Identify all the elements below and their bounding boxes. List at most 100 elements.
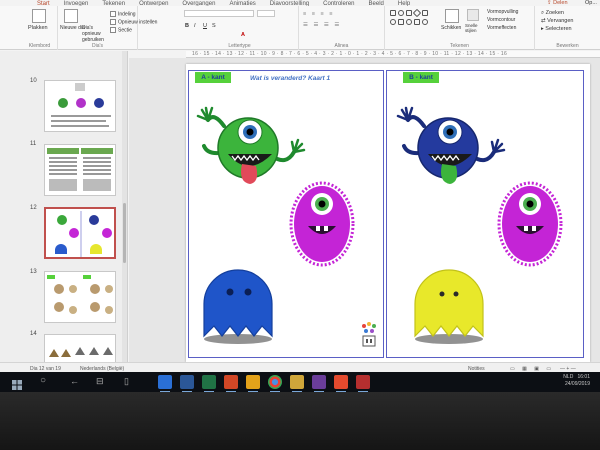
tray-date[interactable]: 24/09/2019 [565, 381, 590, 387]
magenta-monster-b[interactable] [497, 181, 563, 267]
replace-label: Vervangen [547, 18, 574, 24]
shapes-gallery-row2[interactable] [389, 19, 429, 28]
bold-button[interactable]: B [185, 23, 189, 30]
strike-button[interactable]: S [212, 23, 216, 30]
thumb-number-10: 10 [30, 78, 37, 84]
explorer-app-icon[interactable] [290, 375, 304, 392]
powerpoint-window: Start Invoegen Tekenen Ontwerpen Overgan… [0, 0, 600, 376]
quick-styles-button[interactable]: Snelle stijlen [465, 23, 485, 33]
section-button[interactable]: Sectie [110, 27, 132, 34]
shape-fill-button[interactable]: Vormopvulling [487, 9, 518, 16]
thumbnail-scroll-knob[interactable] [123, 203, 126, 263]
circle2-shape-icon [422, 19, 428, 25]
share-more-button[interactable]: Op... [585, 0, 597, 7]
shape-effects-button[interactable]: Vormeffecten [487, 25, 516, 32]
layout-button[interactable]: Indeling [110, 11, 136, 18]
rectangle2-shape-icon [406, 10, 412, 16]
font-group-label: Lettertype [228, 43, 251, 49]
select-label: Selecteren [545, 26, 572, 32]
back-arrow-icon[interactable]: ← [70, 376, 79, 386]
underline-button[interactable]: U [203, 23, 207, 30]
logo-icon [362, 322, 376, 347]
thumb-10-preview [51, 83, 111, 127]
rectangle3-shape-icon [422, 10, 428, 16]
layout-icon [110, 11, 116, 17]
task-view-icon[interactable]: ⊟ [96, 376, 104, 387]
slide-editing-area: A - kant Wat is veranderd? Kaart 1 B - k… [129, 58, 600, 362]
thumb-number-12: 12 [30, 205, 37, 211]
thumbnail-scrollbar[interactable] [122, 51, 127, 362]
paste-icon[interactable] [32, 9, 46, 23]
thumb-13-preview [47, 275, 113, 314]
rectangle-shape-icon [390, 10, 396, 16]
monitor-bezel [0, 392, 600, 450]
slide-thumbnail-13[interactable] [44, 271, 116, 323]
magenta-monster-a[interactable] [289, 181, 355, 267]
green-monster-a[interactable] [196, 106, 306, 184]
tray-language[interactable]: NLD [563, 374, 573, 380]
powerpoint-app-icon[interactable] [224, 375, 238, 392]
arrange-button[interactable]: Schikken [441, 25, 461, 32]
section-label: Sectie [118, 27, 132, 34]
select-button[interactable]: ▸ Selecteren [541, 26, 572, 33]
align-buttons-icon[interactable]: ☰ ☰ ☰ ☰ [303, 22, 341, 29]
shapes-gallery[interactable] [389, 8, 429, 19]
arrange-icon[interactable] [445, 9, 459, 23]
windows-taskbar: ○ ← ⊟ ▯ NLD 16:01 24/09/2019 [0, 372, 600, 392]
windows-start-icon[interactable] [12, 377, 22, 390]
italic-button[interactable]: I [194, 23, 196, 30]
find-button[interactable]: ⌕ Zoeken [541, 10, 564, 17]
slide-thumbnail-pane: 10 11 12 13 14 [0, 51, 128, 364]
slide-thumbnail-12[interactable] [44, 207, 116, 259]
slide-thumbnail-10[interactable] [44, 80, 116, 132]
thumb-number-13: 13 [30, 269, 37, 275]
circle-shape-icon [390, 19, 396, 25]
current-slide[interactable]: A - kant Wat is veranderd? Kaart 1 B - k… [186, 64, 590, 362]
drawing-group: Schikken Snelle stijlen Vormopvulling Vo… [385, 6, 535, 50]
ruler-scale: 16 · 15 · 14 · 13 · 12 · 11 · 10 · 9 · 8… [192, 51, 508, 57]
pdf-app-icon[interactable] [356, 375, 370, 392]
diamond-shape-icon [412, 8, 422, 18]
replace-button[interactable]: ⇄ Vervangen [541, 18, 573, 25]
word-app-icon[interactable] [180, 375, 194, 392]
search-taskbar-icon[interactable]: ○ [40, 375, 46, 386]
office-app-icon[interactable] [334, 375, 348, 392]
oval-shape-icon [398, 10, 404, 16]
thumb-14-preview [49, 347, 113, 357]
slide-thumbnail-14[interactable] [44, 334, 116, 364]
reuse-slides-button[interactable]: Dia's opnieuw gebruiken [82, 25, 112, 43]
rounded-shape-icon [406, 19, 412, 25]
thumb-12-preview [55, 211, 112, 257]
share-button[interactable]: ⇪ Delen [547, 0, 568, 7]
blue-ghost-a[interactable] [203, 269, 273, 344]
excel-app-icon[interactable] [202, 375, 216, 392]
reset-button[interactable]: Opnieuw instellen [110, 19, 157, 26]
shape-outline-button[interactable]: Vormcontour [487, 17, 515, 24]
outlook-app-icon[interactable] [158, 375, 172, 392]
drawing-group-label: Tekenen [450, 43, 469, 49]
new-slide-icon[interactable] [64, 9, 78, 23]
square2-shape-icon [414, 19, 420, 25]
slides-group: Nieuwe dia Dia's opnieuw gebruiken Indel… [58, 6, 157, 50]
list-buttons-icon[interactable]: ≡ ≡ ≡ ≡ [303, 11, 334, 18]
folder-app-icon[interactable] [246, 375, 260, 392]
slide-thumbnail-11[interactable] [44, 144, 116, 196]
section-icon [110, 27, 116, 33]
file-icon[interactable]: ▯ [124, 376, 129, 387]
find-label: Zoeken [545, 10, 564, 16]
reset-icon [110, 19, 116, 25]
thumb-number-11: 11 [30, 141, 37, 147]
chrome-app-icon[interactable] [268, 375, 282, 392]
quick-styles-icon[interactable] [467, 9, 479, 21]
paste-button[interactable]: Plakken [28, 25, 48, 32]
font-size-dropdown[interactable] [257, 10, 275, 17]
font-color-icon[interactable]: A [241, 32, 245, 39]
horizontal-ruler: 16 · 15 · 14 · 13 · 12 · 11 · 10 · 9 · 8… [186, 51, 600, 58]
yellow-ghost-b[interactable] [414, 269, 484, 344]
onenote-app-icon[interactable] [312, 375, 326, 392]
darkblue-monster-b[interactable] [396, 106, 506, 184]
font-name-dropdown[interactable] [184, 10, 254, 17]
tray-time[interactable]: 16:01 [577, 374, 590, 380]
clipboard-group-label: Klembord [28, 43, 51, 49]
slides-group-label: Dia's [92, 43, 103, 49]
